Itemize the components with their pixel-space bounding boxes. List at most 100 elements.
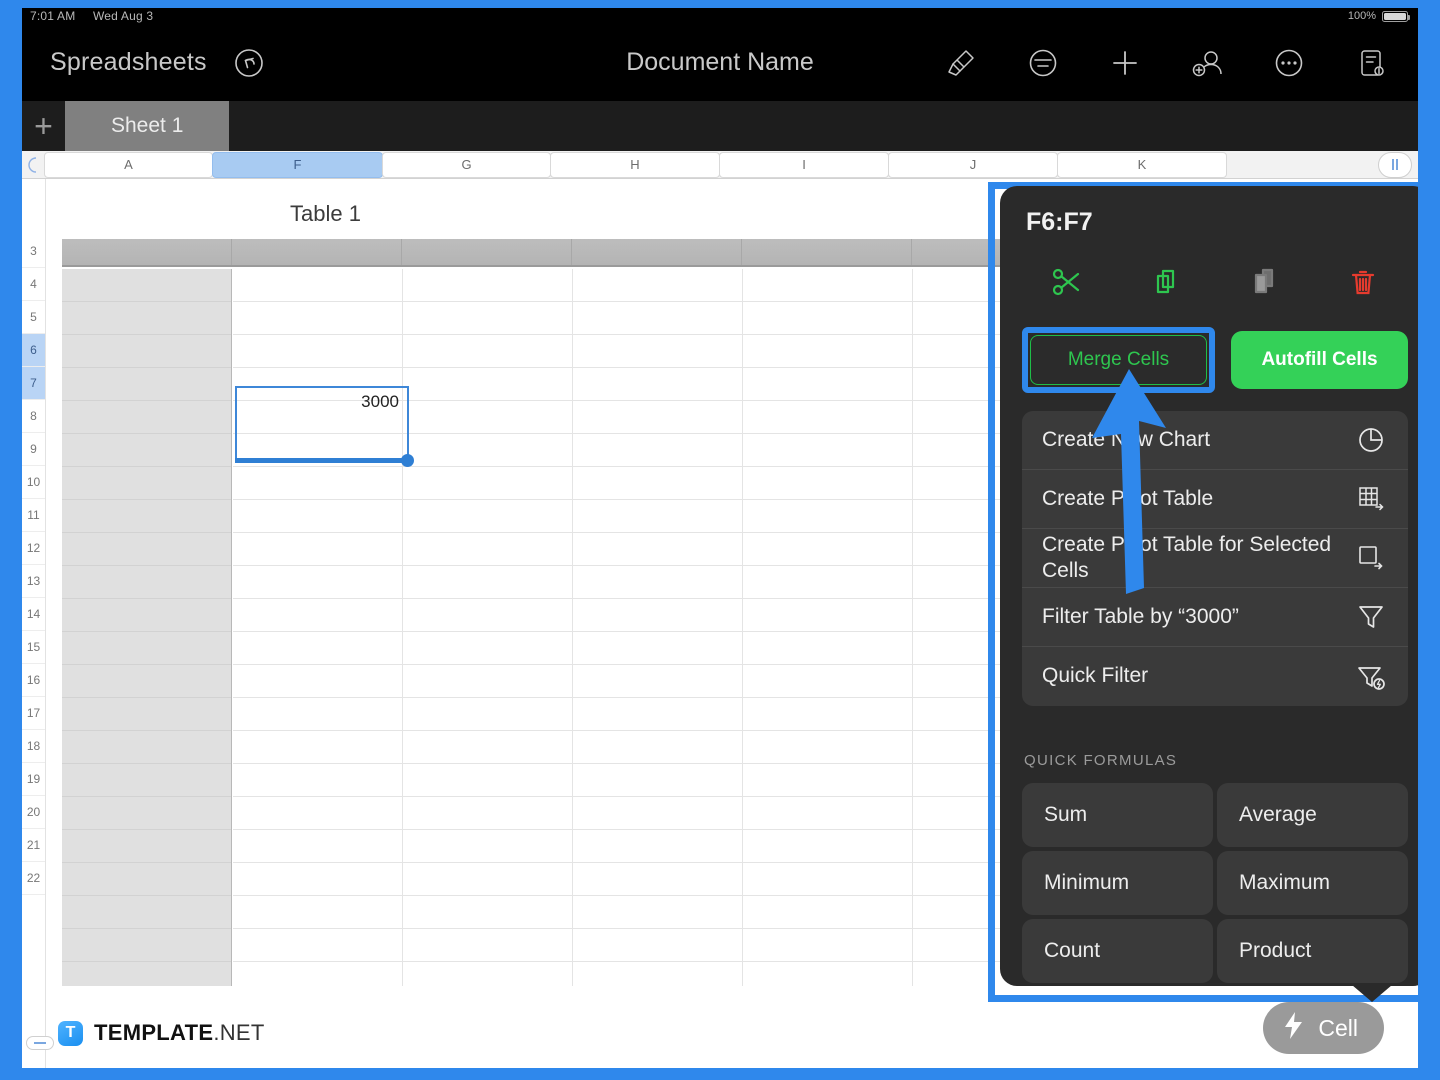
grid-cell[interactable]: [573, 797, 743, 829]
row-number-5[interactable]: 5: [22, 301, 45, 334]
cell-format-button[interactable]: Cell: [1263, 1002, 1384, 1054]
grid-cell[interactable]: [743, 896, 913, 928]
row-number-16[interactable]: 16: [22, 664, 45, 697]
grid-cell[interactable]: [403, 632, 573, 664]
quick-formula-product[interactable]: Product: [1217, 919, 1408, 983]
grid-cell[interactable]: [403, 863, 573, 895]
grid-cell[interactable]: [233, 500, 403, 532]
grid-cell[interactable]: [573, 467, 743, 499]
grid-cell[interactable]: [233, 599, 403, 631]
grid-cell[interactable]: [233, 467, 403, 499]
grid-cell[interactable]: [403, 566, 573, 598]
grid-cell[interactable]: [403, 302, 573, 334]
grid-cell[interactable]: [573, 764, 743, 796]
grid-cell[interactable]: [573, 368, 743, 400]
grid-row-header-cell[interactable]: [62, 566, 231, 599]
grid-cell[interactable]: [403, 698, 573, 730]
grid-row-header-cell[interactable]: [62, 797, 231, 830]
grid-cell[interactable]: [743, 467, 913, 499]
quick-formula-count[interactable]: Count: [1022, 919, 1213, 983]
row-number-20[interactable]: 20: [22, 796, 45, 829]
grid-cell[interactable]: [573, 962, 743, 986]
grid-cell[interactable]: [573, 665, 743, 697]
grid-cell[interactable]: [743, 599, 913, 631]
column-header-a[interactable]: A: [44, 152, 213, 178]
grid-cell[interactable]: [403, 665, 573, 697]
grid-row-header-cell[interactable]: [62, 599, 231, 632]
row-number-3[interactable]: 3: [22, 235, 45, 268]
insert-plus-icon[interactable]: [1108, 46, 1142, 80]
grid-cell[interactable]: [743, 962, 913, 986]
grid-cell[interactable]: [403, 962, 573, 986]
grid-cell[interactable]: [403, 830, 573, 862]
grid-cell[interactable]: [743, 401, 913, 433]
grid-row-header-cell[interactable]: [62, 368, 231, 401]
row-number-14[interactable]: 14: [22, 598, 45, 631]
grid-cell[interactable]: [233, 302, 403, 334]
grid-row-header-cell[interactable]: [62, 665, 231, 698]
grid-cell[interactable]: [743, 302, 913, 334]
more-ellipsis-icon[interactable]: [1272, 46, 1306, 80]
grid-header-cell[interactable]: [232, 239, 402, 265]
menu-item-quick-filter[interactable]: Quick Filter: [1022, 647, 1408, 706]
grid-cell[interactable]: [233, 896, 403, 928]
grid-cell[interactable]: [743, 764, 913, 796]
format-brush-icon[interactable]: [944, 46, 978, 80]
grid-row-header-cell[interactable]: [62, 764, 231, 797]
grid-cell[interactable]: [743, 665, 913, 697]
grid-cell[interactable]: [573, 830, 743, 862]
table-title[interactable]: Table 1: [290, 201, 361, 227]
grid-cell[interactable]: [573, 500, 743, 532]
grid-row-header-cell[interactable]: [62, 269, 231, 302]
grid-cell[interactable]: [743, 863, 913, 895]
selection-fill-handle[interactable]: [401, 454, 414, 467]
row-number-9[interactable]: 9: [22, 433, 45, 466]
row-number-13[interactable]: 13: [22, 565, 45, 598]
grid-cell[interactable]: [233, 698, 403, 730]
row-number-11[interactable]: 11: [22, 499, 45, 532]
grid-cell[interactable]: [743, 335, 913, 367]
grid-cell[interactable]: [573, 731, 743, 763]
grid-cell[interactable]: [573, 434, 743, 466]
grid-row-header-cell[interactable]: [62, 302, 231, 335]
grid-cell[interactable]: [743, 500, 913, 532]
grid-cell[interactable]: [573, 599, 743, 631]
grid-row-header-cell[interactable]: [62, 962, 231, 986]
undo-icon[interactable]: [233, 47, 265, 79]
grid-cell[interactable]: [573, 698, 743, 730]
column-scroll-left-handle[interactable]: [22, 156, 44, 174]
column-header-j[interactable]: J: [888, 152, 1058, 178]
sheet-tab-sheet-1[interactable]: Sheet 1: [65, 101, 229, 151]
grid-cell[interactable]: [403, 929, 573, 961]
grid-cell[interactable]: [743, 632, 913, 664]
grid-cell[interactable]: [233, 863, 403, 895]
menu-item-filter-table-by-3000[interactable]: Filter Table by “3000”: [1022, 588, 1408, 647]
grid-cell[interactable]: [233, 665, 403, 697]
column-header-k[interactable]: K: [1057, 152, 1227, 178]
grid-cell[interactable]: [743, 566, 913, 598]
grid-cell[interactable]: [233, 731, 403, 763]
grid-cell[interactable]: [403, 533, 573, 565]
back-to-spreadsheets-button[interactable]: Spreadsheets: [50, 48, 207, 77]
row-number-12[interactable]: 12: [22, 532, 45, 565]
quick-formula-sum[interactable]: Sum: [1022, 783, 1213, 847]
grid-cell[interactable]: [403, 764, 573, 796]
grid-header-cell[interactable]: [62, 239, 232, 265]
row-number-6[interactable]: 6: [22, 334, 45, 367]
grid-cell[interactable]: [743, 698, 913, 730]
delete-trash-icon[interactable]: [1343, 262, 1383, 302]
row-number-21[interactable]: 21: [22, 829, 45, 862]
grid-row-header-cell[interactable]: [62, 533, 231, 566]
row-number-17[interactable]: 17: [22, 697, 45, 730]
grid-row-header-cell[interactable]: [62, 896, 231, 929]
grid-cell[interactable]: [743, 929, 913, 961]
column-header-h[interactable]: H: [550, 152, 720, 178]
grid-row-header-cell[interactable]: [62, 335, 231, 368]
grid-cell[interactable]: [573, 566, 743, 598]
grid-cell[interactable]: [573, 335, 743, 367]
grid-cell[interactable]: [403, 500, 573, 532]
grid-cell[interactable]: [233, 533, 403, 565]
grid-cell[interactable]: [233, 962, 403, 986]
grid-cell[interactable]: [233, 764, 403, 796]
menu-item-create-new-chart[interactable]: Create New Chart: [1022, 411, 1408, 470]
